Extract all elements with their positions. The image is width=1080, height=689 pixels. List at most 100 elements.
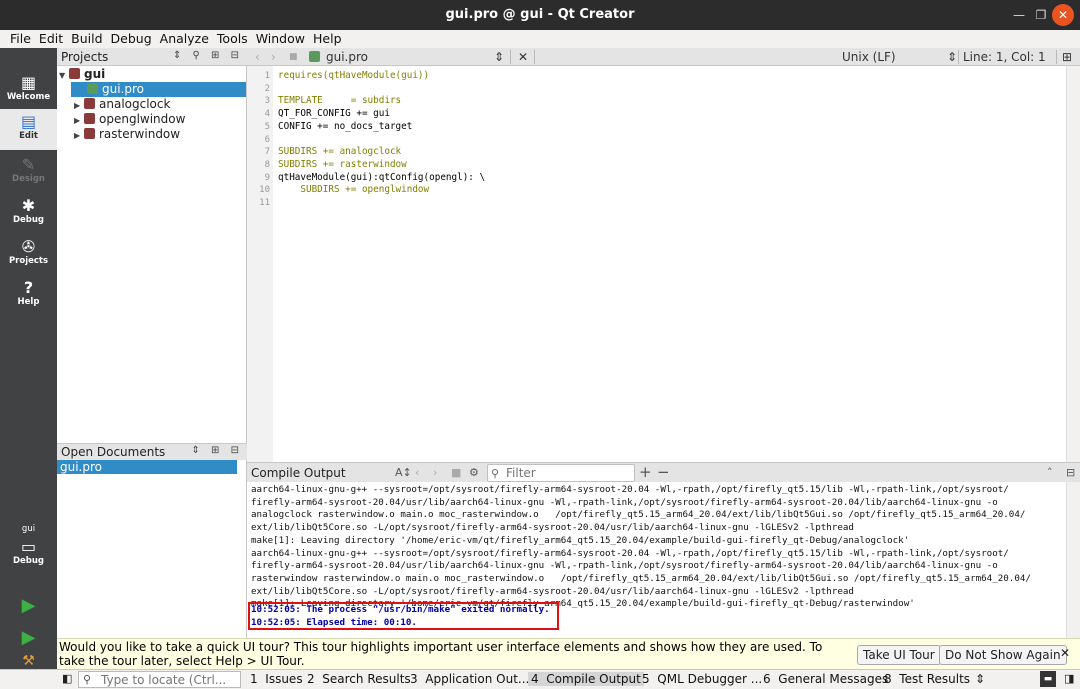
editor-toolbar: ‹ › ■ gui.pro ⇕ ✕ Unix (LF) ⇕ Line: 1, C…: [247, 48, 1080, 66]
open-documents-header: Open Documents ⇕ ⊞ ⊟: [57, 443, 247, 460]
open-documents-list: gui.pro: [57, 460, 247, 640]
folder-icon: [84, 98, 95, 109]
forward-button[interactable]: ›: [271, 50, 276, 64]
filter-input[interactable]: [506, 466, 632, 480]
locator-input[interactable]: [101, 673, 239, 687]
output-tab-compile-output[interactable]: 4 Compile Output: [528, 672, 644, 686]
compile-output-text[interactable]: aarch64-linux-gnu-g++ --sysroot=/opt/sys…: [247, 482, 1080, 638]
run-button[interactable]: ▶: [0, 593, 57, 621]
open-documents-title: Open Documents: [61, 445, 166, 459]
code-line: QT_FOR_CONFIG += gui: [278, 108, 390, 120]
cursor-position[interactable]: Line: 1, Col: 1: [963, 50, 1046, 64]
stop-button[interactable]: ■: [451, 466, 461, 479]
mode-help[interactable]: ? Help: [0, 275, 57, 316]
bug-icon: ✱: [21, 196, 36, 215]
progress-toggle-icon[interactable]: ▬: [1040, 671, 1056, 687]
output-tab-qml-debugger[interactable]: 5 QML Debugger ...: [642, 672, 762, 686]
output-tab-test-results[interactable]: 8 Test Results: [884, 672, 970, 686]
chevron-right-icon[interactable]: ▶: [74, 128, 84, 143]
file-dropdown-arrow[interactable]: ⇕: [494, 50, 504, 64]
menu-file[interactable]: File: [6, 30, 35, 48]
mode-debug[interactable]: ✱ Debug: [0, 193, 57, 234]
editor-scrollbar[interactable]: [1066, 66, 1080, 462]
open-documents-tools[interactable]: ⇕ ⊞ ⊟: [192, 445, 244, 456]
tree-item-openglwindow[interactable]: ▶ openglwindow: [74, 112, 185, 127]
code-line: qtHaveModule(gui):qtConfig(opengl): \: [278, 171, 486, 183]
output-toggle-icon[interactable]: ◨: [1064, 672, 1074, 685]
tree-item-gui-pro[interactable]: gui.pro: [71, 82, 246, 97]
maximize-button[interactable]: ❐: [1030, 4, 1052, 26]
chevron-right-icon[interactable]: ▶: [74, 113, 84, 128]
close-icon[interactable]: ✕: [1060, 646, 1070, 660]
add-button[interactable]: +: [639, 463, 652, 481]
mode-edit[interactable]: ▤ Edit: [0, 109, 57, 150]
compile-output-header: Compile Output A↕ ‹ › ■ ⚙ ⚲ + − ˄ ⊟: [247, 462, 1080, 482]
file-icon: [309, 51, 320, 62]
grid-icon: ▦: [20, 73, 37, 92]
mode-selector: ▦ Welcome ▤ Edit ✎ Design ✱ Debug ✇ Proj…: [0, 48, 57, 669]
mode-label: Welcome: [6, 92, 51, 102]
back-button[interactable]: ‹: [255, 50, 260, 64]
line-ending-arrow[interactable]: ⇕: [947, 50, 957, 64]
status-bar: ◧ ⚲ 1 Issues 2 Search Results 3 Applicat…: [0, 669, 1080, 689]
chevron-down-icon[interactable]: ▼: [59, 68, 69, 83]
locator[interactable]: ⚲: [78, 671, 241, 688]
folder-icon: [69, 68, 80, 79]
output-tab-general-messages[interactable]: 6 General Messages: [763, 672, 888, 686]
search-icon: ⚲: [491, 467, 500, 480]
filter-field[interactable]: ⚲: [487, 464, 635, 482]
chevron-right-icon[interactable]: ▶: [74, 98, 84, 113]
close-panel-button[interactable]: ⊟: [1066, 466, 1075, 479]
mode-projects[interactable]: ✇ Projects: [0, 234, 57, 275]
menu-edit[interactable]: Edit: [35, 30, 67, 48]
menu-window[interactable]: Window: [252, 30, 309, 48]
font-size-icon[interactable]: A↕: [395, 466, 412, 479]
take-ui-tour-button[interactable]: Take UI Tour: [857, 645, 941, 665]
kit-selector[interactable]: gui ▭ Debug: [0, 524, 57, 582]
file-tab[interactable]: gui.pro: [309, 50, 368, 64]
menu-bar: File Edit Build Debug Analyze Tools Window Help: [0, 30, 1080, 48]
maximize-panel-button[interactable]: ˄: [1047, 466, 1053, 479]
output-tab-issues[interactable]: 1 Issues: [250, 672, 303, 686]
close-file-button[interactable]: ✕: [518, 50, 528, 64]
tree-item-rasterwindow[interactable]: ▶ rasterwindow: [74, 127, 180, 142]
code-line: SUBDIRS += analogclock: [278, 146, 402, 158]
code-editor[interactable]: requires(qtHaveModule(gui)) TEMPLATE = s…: [273, 66, 1080, 462]
menu-debug[interactable]: Debug: [107, 30, 156, 48]
pencil-icon: ✎: [21, 155, 36, 174]
sidebar-toggle-icon[interactable]: ◧: [62, 672, 72, 685]
mode-label: Projects: [8, 256, 49, 266]
debug-run-button[interactable]: ▶: [0, 625, 57, 653]
menu-help[interactable]: Help: [309, 30, 346, 48]
do-not-show-again-button[interactable]: Do Not Show Again: [939, 645, 1067, 665]
remove-button[interactable]: −: [657, 463, 670, 481]
menu-tools[interactable]: Tools: [213, 30, 252, 48]
help-icon: ?: [23, 278, 34, 297]
close-button[interactable]: ✕: [1052, 4, 1074, 26]
open-document-item[interactable]: gui.pro: [57, 460, 237, 474]
folder-icon: [84, 128, 95, 139]
output-line: firefly-arm64-sysroot-20.04/usr/lib/aarc…: [251, 560, 998, 572]
tree-item-analogclock[interactable]: ▶ analogclock: [74, 97, 170, 112]
next-button[interactable]: ›: [433, 466, 437, 479]
menu-analyze[interactable]: Analyze: [156, 30, 213, 48]
mode-label: Edit: [19, 131, 38, 141]
output-tab-search-results[interactable]: 2 Search Results: [307, 672, 411, 686]
tabs-more-arrow[interactable]: ⇕: [975, 672, 985, 686]
output-scrollbar[interactable]: [1066, 482, 1080, 638]
prev-button[interactable]: ‹: [415, 466, 419, 479]
code-line: SUBDIRS += openglwindow: [278, 184, 430, 196]
gear-icon[interactable]: ⚙: [469, 466, 479, 479]
highlight-box: [248, 602, 559, 630]
mode-label: Debug: [12, 215, 45, 225]
build-button[interactable]: ⚒: [0, 654, 57, 669]
minimize-button[interactable]: —: [1008, 4, 1030, 26]
projects-panel-tools[interactable]: ⇕ ⚲ ⊞ ⊟: [173, 50, 243, 61]
mode-welcome[interactable]: ▦ Welcome: [0, 70, 57, 111]
output-tab-application-output[interactable]: 3 Application Out...: [410, 672, 529, 686]
mode-design[interactable]: ✎ Design: [0, 152, 57, 193]
tree-item-gui[interactable]: ▼ gui: [59, 67, 245, 82]
line-ending-selector[interactable]: Unix (LF): [842, 50, 896, 64]
split-button[interactable]: ⊞: [1062, 50, 1072, 64]
menu-build[interactable]: Build: [67, 30, 106, 48]
